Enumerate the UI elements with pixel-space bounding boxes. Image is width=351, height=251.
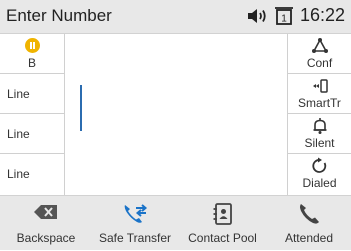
conf-key[interactable]: Conf xyxy=(288,34,351,74)
conference-icon xyxy=(288,37,351,55)
contact-pool-button[interactable]: Contact Pool xyxy=(178,196,267,251)
line-badge-number: 1 xyxy=(281,13,287,24)
bell-icon xyxy=(288,117,351,135)
attended-transfer-button[interactable]: Attended xyxy=(267,196,351,251)
status-icons: 1 16:22 xyxy=(246,5,345,26)
contacts-icon xyxy=(178,202,267,225)
page-title: Enter Number xyxy=(6,6,112,25)
line-key-4[interactable]: Line xyxy=(0,154,64,194)
line-status-icon: 1 xyxy=(274,6,294,26)
text-cursor xyxy=(80,85,82,131)
silent-key-label: Silent xyxy=(304,136,335,150)
line-key-3[interactable]: Line xyxy=(0,114,64,154)
line-key-label: Line xyxy=(7,87,30,101)
softkey-bar: Backspace Safe Transfer Contact Pool Att… xyxy=(0,195,351,250)
backspace-button[interactable]: Backspace xyxy=(0,196,92,251)
silent-key[interactable]: Silent xyxy=(288,114,351,154)
line-key-label: B xyxy=(27,56,36,70)
transfer-icon xyxy=(92,202,178,224)
smart-transfer-label: SmartTr xyxy=(298,96,341,110)
function-keys-column: Conf SmartTr Silent Dialed xyxy=(287,34,351,195)
line-key-2[interactable]: Line xyxy=(0,74,64,114)
line-key-b[interactable]: B xyxy=(0,34,64,74)
smart-transfer-icon xyxy=(288,77,351,95)
backspace-label: Backspace xyxy=(16,231,76,245)
line-key-label: Line xyxy=(7,167,30,181)
backspace-icon xyxy=(0,202,92,224)
speaker-icon xyxy=(246,7,268,25)
smart-transfer-key[interactable]: SmartTr xyxy=(288,74,351,114)
attended-label: Attended xyxy=(284,231,334,245)
line-key-label: Line xyxy=(7,127,30,141)
redial-icon xyxy=(288,157,351,175)
line-keys-column: B Line Line Line xyxy=(0,34,65,195)
safe-transfer-button[interactable]: Safe Transfer xyxy=(92,196,178,251)
safe-transfer-label: Safe Transfer xyxy=(98,231,172,245)
hold-pause-icon xyxy=(25,38,40,53)
phone-icon xyxy=(267,202,351,224)
dialed-key-label: Dialed xyxy=(302,176,337,190)
dialed-key[interactable]: Dialed xyxy=(288,154,351,194)
conf-key-label: Conf xyxy=(306,56,333,70)
contact-pool-label: Contact Pool xyxy=(188,231,257,245)
status-bar: Enter Number 1 16:22 xyxy=(0,0,351,34)
clock: 16:22 xyxy=(299,5,345,25)
number-entry-area[interactable] xyxy=(65,34,287,195)
